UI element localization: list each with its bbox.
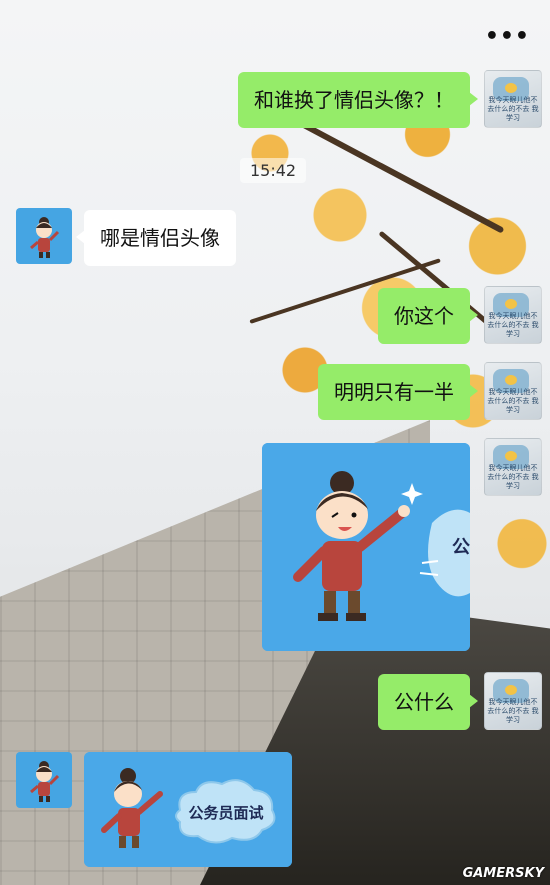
avatar-caption: 我今天眼儿他不去什么的不去 我学习 xyxy=(487,96,539,122)
message-bubble-self[interactable]: 明明只有一半 xyxy=(318,364,478,420)
cloud-caption: 公务员面试 xyxy=(188,804,263,822)
avatar-spot xyxy=(505,451,517,461)
message-bubble-friend[interactable]: 哪是情侣头像 xyxy=(76,210,236,266)
avatar-friend[interactable] xyxy=(16,208,72,264)
cartoon-girl-icon xyxy=(30,217,60,258)
sticker-image-self[interactable]: 公 xyxy=(262,443,470,651)
avatar-caption: 我今天眼儿他不去什么的不去 我学习 xyxy=(487,698,539,724)
message-bubble-self[interactable]: 你这个 xyxy=(378,288,478,344)
avatar-self[interactable]: 我今天眼儿他不去什么的不去 我学习 xyxy=(484,438,542,496)
avatar-caption: 我今天眼儿他不去什么的不去 我学习 xyxy=(487,388,539,414)
avatar-self[interactable]: 我今天眼儿他不去什么的不去 我学习 xyxy=(484,286,542,344)
svg-text:公: 公 xyxy=(452,537,470,558)
avatar-friend[interactable] xyxy=(16,752,72,808)
avatar-spot xyxy=(505,299,517,309)
avatar-self[interactable]: 我今天眼儿他不去什么的不去 我学习 xyxy=(484,362,542,420)
avatar-caption: 我今天眼儿他不去什么的不去 我学习 xyxy=(487,464,539,490)
avatar-self[interactable]: 我今天眼儿他不去什么的不去 我学习 xyxy=(484,70,542,128)
sticker-image-friend[interactable]: 公务员面试 xyxy=(84,752,292,867)
avatar-spot xyxy=(505,83,517,93)
message-timestamp: 15:42 xyxy=(240,158,307,183)
watermark-logo: GAMERSKY xyxy=(462,866,544,881)
message-bubble-self[interactable]: 和谁换了情侣头像？！ xyxy=(238,72,478,128)
avatar-caption: 我今天眼儿他不去什么的不去 我学习 xyxy=(487,312,539,338)
avatar-self[interactable]: 我今天眼儿他不去什么的不去 我学习 xyxy=(484,672,542,730)
more-horizontal-icon[interactable]: ••• xyxy=(485,24,530,49)
message-bubble-self[interactable]: 公什么 xyxy=(378,674,478,730)
cartoon-girl-cloud-sticker: 公务员面试 xyxy=(84,752,292,867)
avatar-spot xyxy=(505,375,517,385)
cartoon-girl-icon xyxy=(30,761,60,802)
avatar-spot xyxy=(505,685,517,695)
cartoon-girl-pointing-icon: 公 xyxy=(262,443,470,651)
